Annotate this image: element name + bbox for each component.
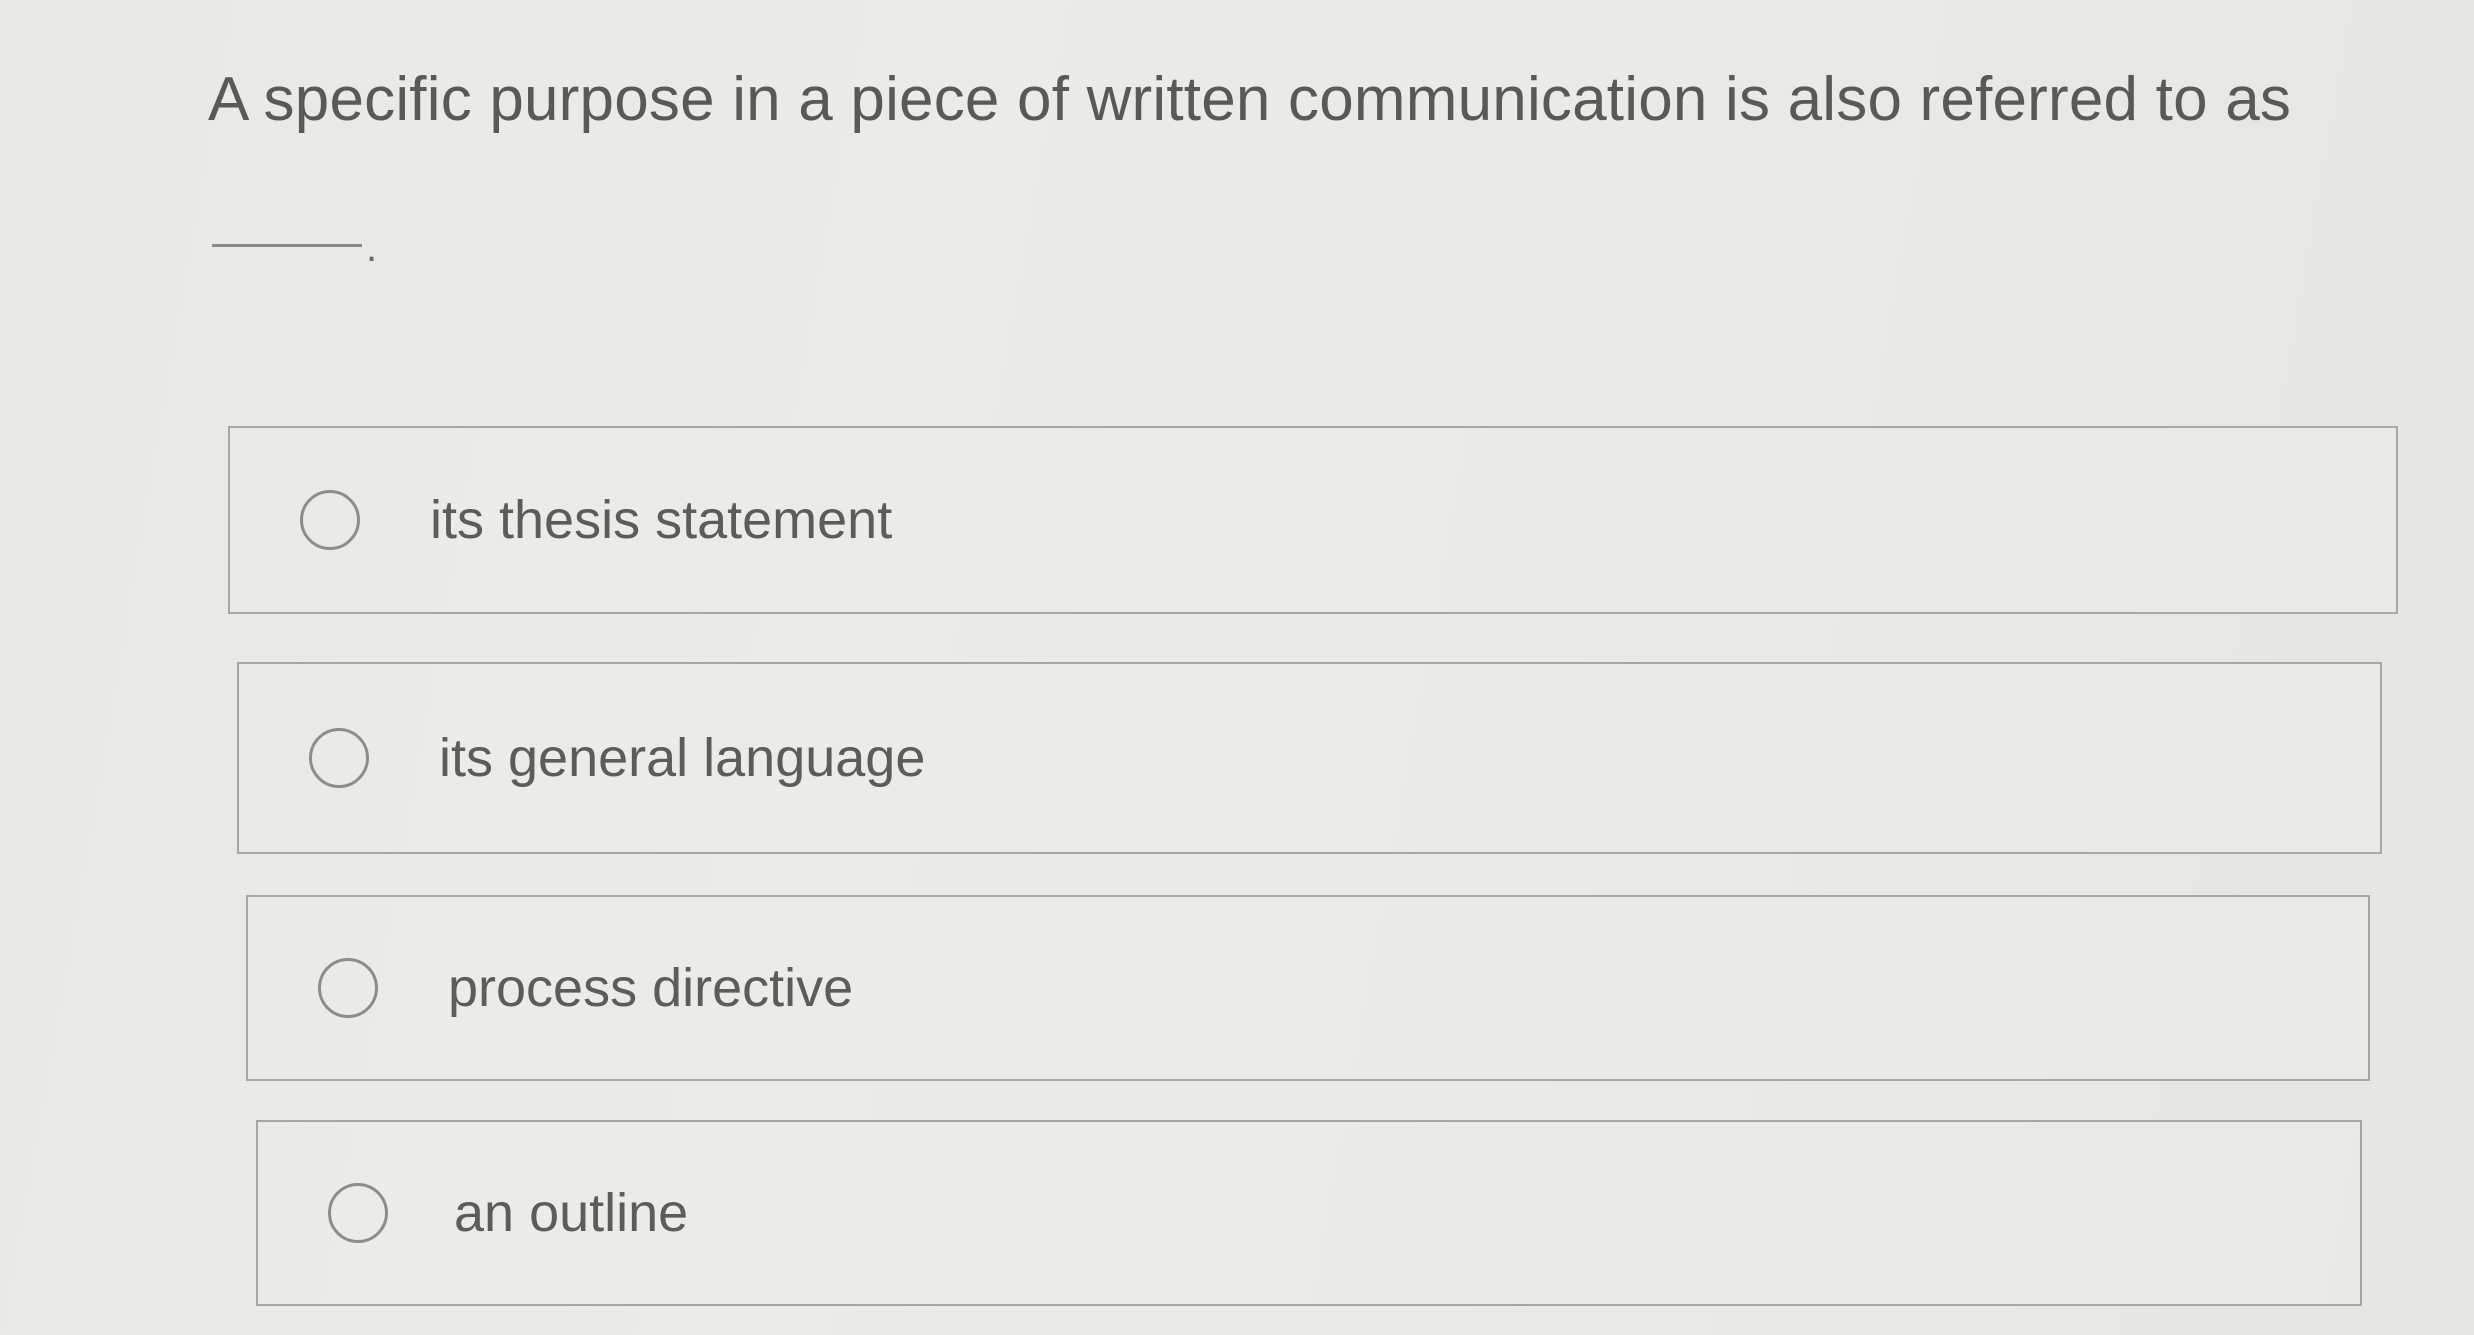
radio-button-icon[interactable] (318, 958, 378, 1018)
radio-button-icon[interactable] (328, 1183, 388, 1243)
option-label: its thesis statement (430, 490, 893, 550)
answer-blank (212, 244, 362, 247)
option-label: an outline (454, 1183, 689, 1243)
option-label: its general language (439, 728, 926, 788)
question-text: A specific purpose in a piece of written… (208, 65, 2292, 134)
radio-button-icon[interactable] (309, 728, 369, 788)
radio-button-icon[interactable] (300, 490, 360, 550)
answer-option-process-directive[interactable]: process directive (246, 895, 2370, 1081)
answer-option-outline[interactable]: an outline (256, 1120, 2362, 1306)
blank-period: . (366, 226, 378, 270)
answer-option-general-language[interactable]: its general language (237, 662, 2382, 854)
answer-option-thesis-statement[interactable]: its thesis statement (228, 426, 2398, 614)
option-label: process directive (448, 958, 854, 1018)
